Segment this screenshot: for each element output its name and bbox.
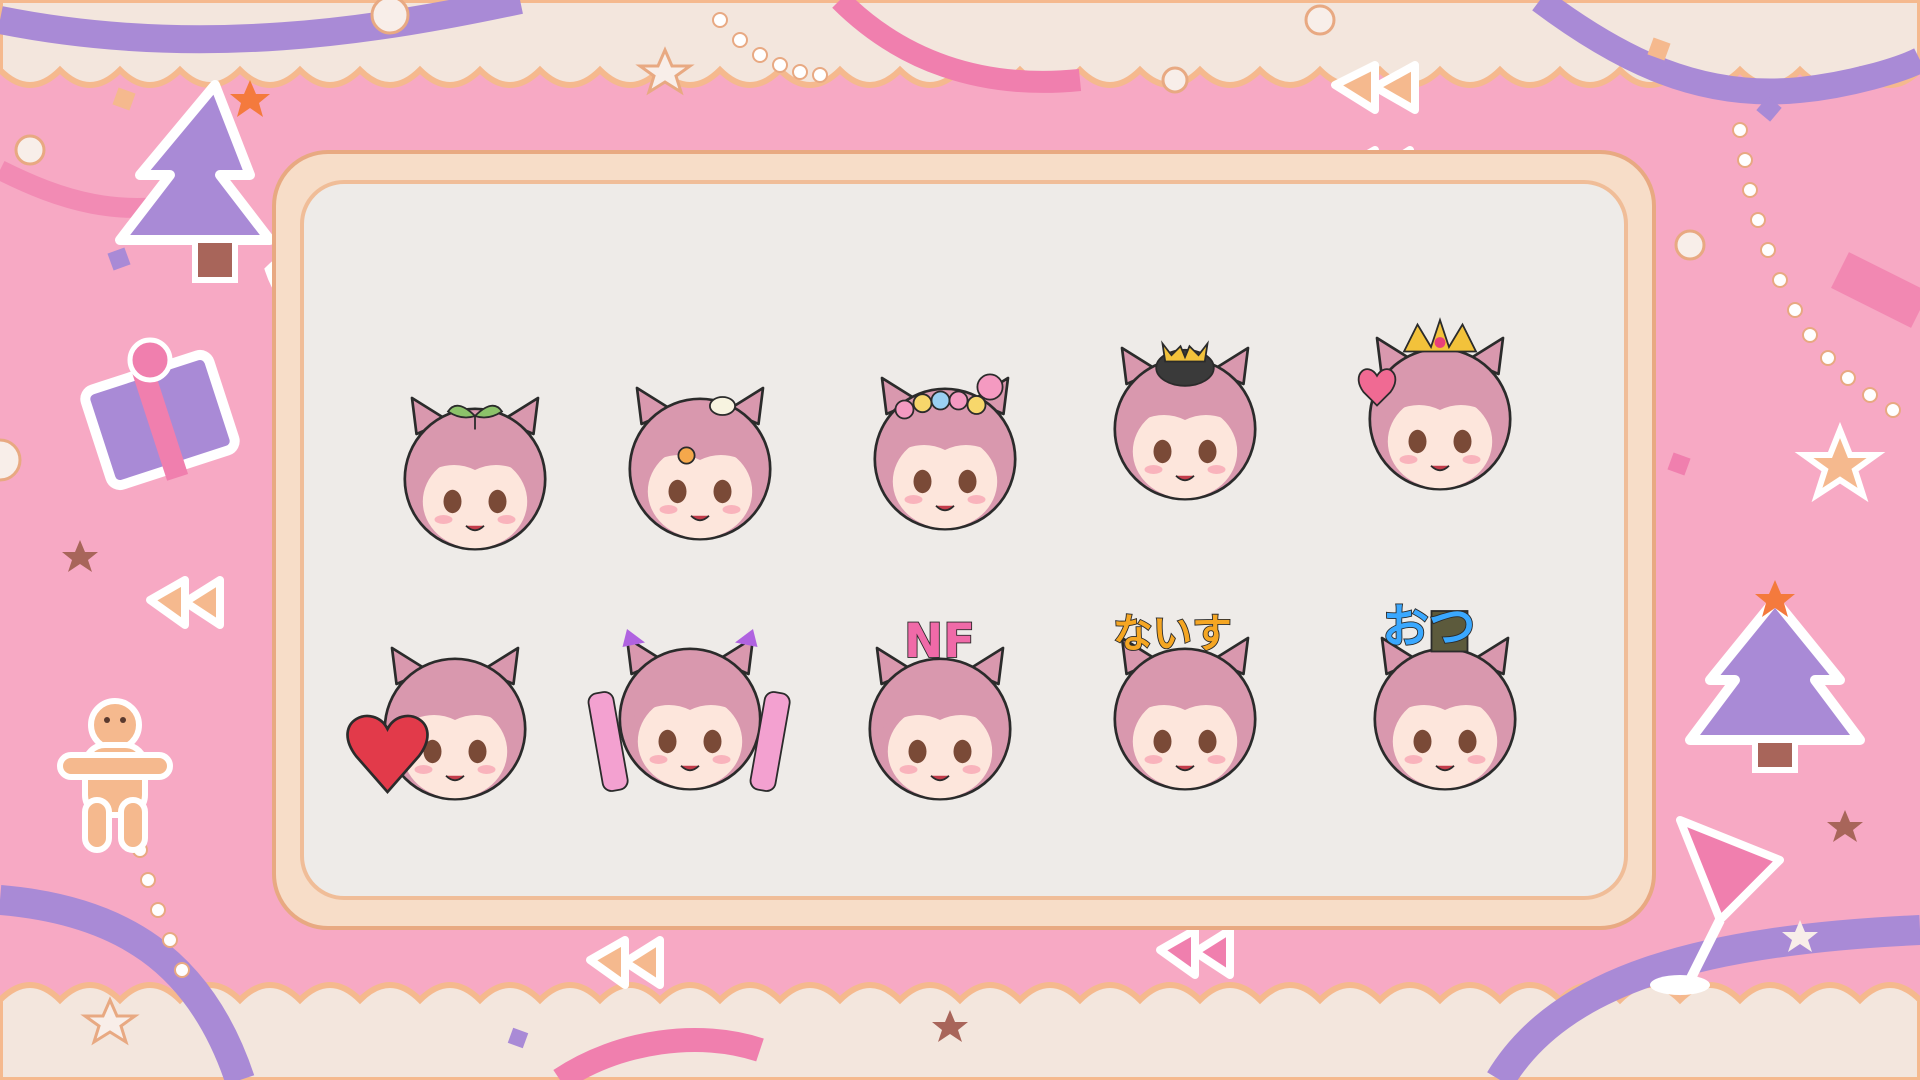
- emote-text: ないす: [1113, 611, 1232, 657]
- emote-art: [346, 646, 527, 801]
- emote-crown-cat-love: [1350, 317, 1530, 500]
- emote-art: おつ: [1373, 600, 1517, 791]
- gingerbread-man-icon: [57, 698, 173, 853]
- christmas-tree-icon: [115, 80, 275, 283]
- emote-art: [1357, 317, 1512, 491]
- emote-art: ないす: [1112, 610, 1257, 791]
- bow-ribbon-icon: [146, 576, 224, 629]
- emote-flower-crown-cat: [855, 360, 1035, 540]
- emote-nf-point: NF: [850, 614, 1030, 810]
- emote-art: [873, 373, 1017, 531]
- emote-glowstick-cheer: [587, 620, 791, 800]
- emote-naisu-point: ないす: [1095, 610, 1275, 800]
- emote-heart-wink: [346, 630, 545, 810]
- emote-flower-smile: [610, 370, 790, 550]
- gift-box-icon: [80, 337, 240, 491]
- emote-showcase-scene: NF ないす おつ: [0, 0, 1920, 1080]
- emote-sprout-peek: [385, 380, 565, 560]
- emote-art: [1113, 340, 1257, 501]
- emote-art: [587, 629, 791, 792]
- emote-art: [628, 386, 772, 541]
- emote-art: [403, 396, 547, 551]
- emote-art: NF: [868, 614, 1012, 801]
- emote-otsu-tea: おつ: [1355, 600, 1535, 800]
- bow-ribbon-icon: [586, 936, 664, 989]
- emote-text: NF: [904, 615, 975, 669]
- emote-cat-hat-happy: [1095, 330, 1275, 510]
- emote-text: おつ: [1382, 601, 1476, 655]
- bow-ribbon-icon: [1156, 926, 1234, 979]
- christmas-tree-icon: [1685, 580, 1865, 773]
